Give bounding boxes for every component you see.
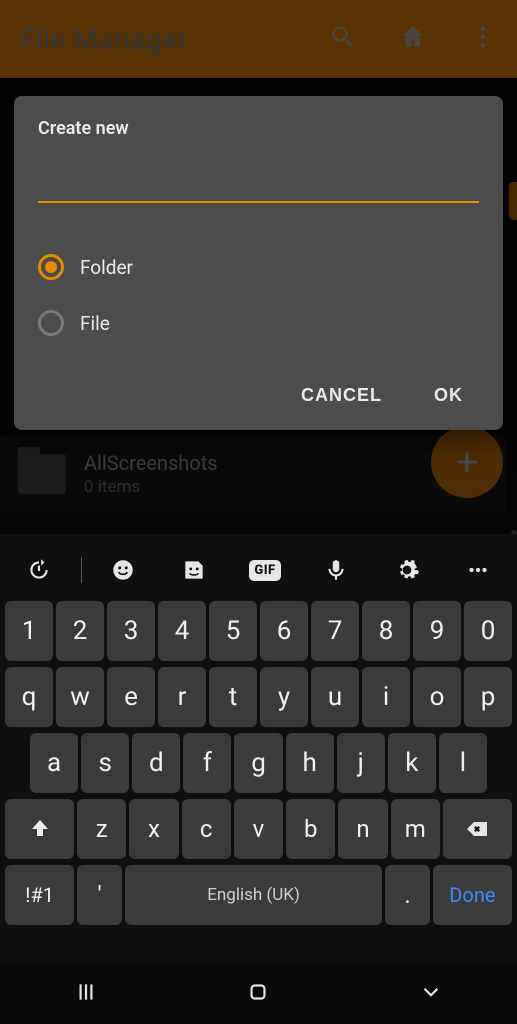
soft-keyboard: GIF 1 2 3 4 5 6 7 8 9 0 q w e r t y u i … (0, 534, 517, 1024)
dialog-actions: CANCEL OK (38, 375, 479, 416)
create-new-dialog: Create new Folder File CANCEL OK (14, 96, 503, 430)
key-m[interactable]: m (391, 799, 440, 859)
key-p[interactable]: p (464, 667, 512, 727)
cancel-button[interactable]: CANCEL (297, 375, 386, 416)
key-k[interactable]: k (388, 733, 436, 793)
key-8[interactable]: 8 (362, 601, 410, 661)
voice-input-icon[interactable] (300, 557, 371, 583)
more-icon[interactable] (442, 557, 513, 583)
key-s[interactable]: s (81, 733, 129, 793)
key-y[interactable]: y (260, 667, 308, 727)
emoji-icon[interactable] (88, 557, 159, 583)
gif-icon[interactable]: GIF (230, 560, 301, 581)
radio-file-label: File (80, 312, 110, 335)
key-apostrophe[interactable]: ' (77, 865, 122, 925)
key-d[interactable]: d (132, 733, 180, 793)
key-3[interactable]: 3 (107, 601, 155, 661)
key-v[interactable]: v (234, 799, 283, 859)
key-space[interactable]: English (UK) (125, 865, 382, 925)
key-a[interactable]: a (30, 733, 78, 793)
key-o[interactable]: o (413, 667, 461, 727)
key-1[interactable]: 1 (5, 601, 53, 661)
screen: File Manager AllScreenshots 0 items Crea… (0, 0, 517, 1024)
radio-folder-label: Folder (80, 256, 133, 279)
key-0[interactable]: 0 (464, 601, 512, 661)
text-input-mode-icon[interactable] (4, 557, 75, 583)
back-button[interactable] (418, 979, 444, 1009)
key-row-numbers: 1 2 3 4 5 6 7 8 9 0 (0, 598, 517, 664)
key-j[interactable]: j (337, 733, 385, 793)
key-7[interactable]: 7 (311, 601, 359, 661)
sticker-icon[interactable] (159, 557, 230, 583)
key-shift[interactable] (5, 799, 74, 859)
key-2[interactable]: 2 (56, 601, 104, 661)
radio-file[interactable]: File (38, 295, 479, 351)
key-b[interactable]: b (286, 799, 335, 859)
key-backspace[interactable] (443, 799, 512, 859)
key-f[interactable]: f (183, 733, 231, 793)
key-row-z: z x c v b n m (0, 796, 517, 862)
keyboard-toolbar: GIF (0, 542, 517, 598)
key-4[interactable]: 4 (158, 601, 206, 661)
radio-folder[interactable]: Folder (38, 239, 479, 295)
settings-icon[interactable] (371, 557, 442, 583)
name-input[interactable] (38, 169, 479, 203)
radio-circle-icon (38, 254, 64, 280)
key-row-bottom: !#1 ' English (UK) . Done (0, 862, 517, 928)
system-nav-bar (0, 964, 517, 1024)
key-e[interactable]: e (107, 667, 155, 727)
key-l[interactable]: l (439, 733, 487, 793)
key-g[interactable]: g (234, 733, 282, 793)
key-r[interactable]: r (158, 667, 206, 727)
key-x[interactable]: x (129, 799, 178, 859)
type-radio-group: Folder File (38, 239, 479, 351)
dialog-title: Create new (38, 118, 479, 139)
key-period[interactable]: . (385, 865, 430, 925)
separator (81, 557, 82, 583)
home-button[interactable] (245, 979, 271, 1009)
key-q[interactable]: q (5, 667, 53, 727)
key-i[interactable]: i (362, 667, 410, 727)
radio-circle-icon (38, 310, 64, 336)
key-z[interactable]: z (77, 799, 126, 859)
key-6[interactable]: 6 (260, 601, 308, 661)
key-n[interactable]: n (338, 799, 387, 859)
key-done[interactable]: Done (433, 865, 512, 925)
key-symbols[interactable]: !#1 (5, 865, 74, 925)
recents-button[interactable] (73, 979, 99, 1009)
key-row-q: q w e r t y u i o p (0, 664, 517, 730)
key-9[interactable]: 9 (413, 601, 461, 661)
key-h[interactable]: h (286, 733, 334, 793)
key-row-a: a s d f g h j k l (0, 730, 517, 796)
key-t[interactable]: t (209, 667, 257, 727)
key-u[interactable]: u (311, 667, 359, 727)
key-5[interactable]: 5 (209, 601, 257, 661)
ok-button[interactable]: OK (430, 375, 467, 416)
key-c[interactable]: c (182, 799, 231, 859)
key-w[interactable]: w (56, 667, 104, 727)
